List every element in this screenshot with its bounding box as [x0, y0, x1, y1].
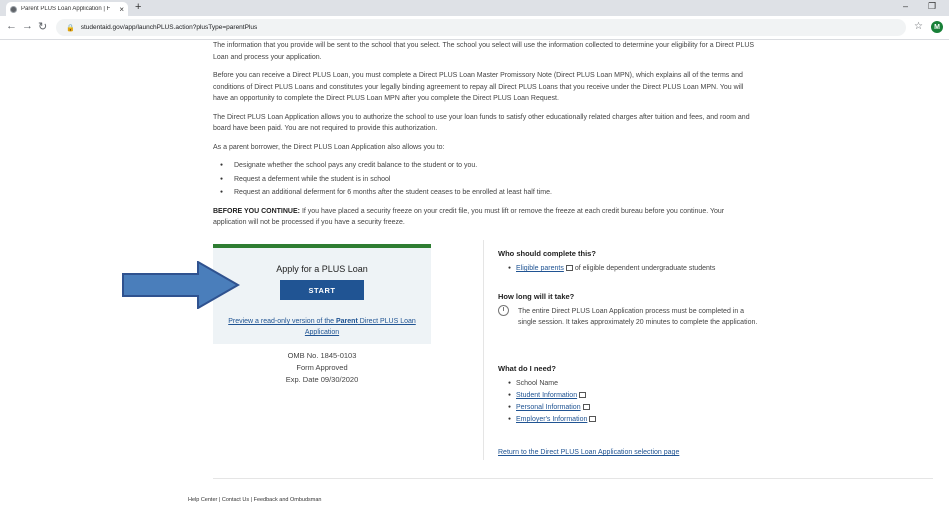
personal-information-link[interactable]: Personal Information: [516, 404, 581, 411]
preview-read-only-link[interactable]: Preview a read-only version of the Paren…: [227, 316, 417, 338]
before-continue-label: BEFORE YOU CONTINUE:: [213, 207, 300, 215]
column-divider: [483, 240, 484, 460]
intro-paragraph-4: As a parent borrower, the Direct PLUS Lo…: [213, 143, 445, 151]
list-item: Request an additional deferment for 6 mo…: [220, 187, 758, 199]
intro-paragraph-3: The Direct PLUS Loan Application allows …: [213, 113, 750, 133]
footer-separator: |: [250, 497, 253, 503]
maximize-icon[interactable]: ❐: [928, 1, 936, 12]
feedback-link[interactable]: Feedback and Ombudsman: [254, 497, 322, 503]
apply-panel: Apply for a PLUS Loan START Preview a re…: [213, 244, 431, 344]
help-center-link[interactable]: Help Center: [188, 497, 217, 503]
how-long-text: The entire Direct PLUS Loan Application …: [518, 308, 758, 326]
external-link-icon: [582, 404, 590, 411]
how-long-section: How long will it take? The entire Direct…: [498, 291, 758, 328]
intro-paragraph-1: The information that you provide will be…: [213, 42, 755, 61]
back-icon[interactable]: ←: [6, 20, 17, 32]
start-button[interactable]: START: [280, 280, 364, 300]
footer-separator: |: [218, 497, 221, 503]
list-item: Request a deferment while the student is…: [220, 174, 758, 186]
security-freeze-notice: BEFORE YOU CONTINUE: If you have placed …: [213, 206, 758, 229]
how-long-heading: How long will it take?: [498, 292, 575, 301]
what-need-heading: What do I need?: [498, 364, 556, 373]
browser-tab[interactable]: Parent PLUS Loan Application | F ×: [6, 2, 128, 16]
favicon-icon: [10, 5, 17, 13]
list-item: Student Information: [508, 390, 758, 401]
profile-avatar[interactable]: M: [931, 21, 943, 33]
employer-information-link[interactable]: Employer's Information: [516, 416, 587, 423]
who-section: Who should complete this? Eligible paren…: [498, 248, 758, 275]
footer-links: Help Center | Contact Us | Feedback and …: [188, 497, 321, 503]
tab-strip: Parent PLUS Loan Application | F × + – ❐: [0, 0, 949, 16]
list-item: Personal Information: [508, 402, 758, 413]
return-selection-link[interactable]: Return to the Direct PLUS Loan Applicati…: [498, 449, 679, 456]
url-text: studentaid.gov/app/launchPLUS.action?plu…: [80, 24, 258, 31]
expiration-date: Exp. Date 09/30/2020: [285, 375, 359, 384]
external-link-icon: [589, 416, 597, 423]
address-bar: ← → ↻ 🔒 studentaid.gov/app/launchPLUS.ac…: [0, 16, 949, 40]
bookmark-star-icon[interactable]: ☆: [914, 21, 923, 32]
contact-us-link[interactable]: Contact Us: [222, 497, 249, 503]
preview-link-bold: Parent: [336, 318, 358, 325]
who-heading: Who should complete this?: [498, 249, 596, 258]
new-tab-icon[interactable]: +: [135, 1, 141, 13]
list-item: Designate whether the school pays any cr…: [220, 160, 758, 172]
who-text: of eligible dependent undergraduate stud…: [572, 265, 716, 272]
apply-title: Apply for a PLUS Loan: [276, 264, 368, 274]
who-list: Eligible parents of eligible dependent u…: [508, 263, 758, 274]
external-link-icon: [565, 265, 573, 272]
footer-divider: [213, 478, 933, 479]
external-link-icon: [579, 392, 587, 399]
tab-title: Parent PLUS Loan Application | F: [21, 6, 111, 12]
list-item: Eligible parents of eligible dependent u…: [508, 263, 758, 274]
close-tab-icon[interactable]: ×: [119, 5, 124, 14]
list-item: School Name: [508, 378, 758, 389]
forward-icon[interactable]: →: [22, 20, 33, 32]
form-approved: Form Approved: [296, 363, 348, 372]
omb-info: OMB No. 1845-0103 Form Approved Exp. Dat…: [213, 350, 431, 386]
intro-content: The information that you provide will be…: [213, 40, 758, 236]
preview-link-text: Preview a read-only version of the: [228, 318, 336, 325]
omb-number: OMB No. 1845-0103: [287, 351, 357, 360]
intro-paragraph-2: Before you can receive a Direct PLUS Loa…: [213, 72, 744, 102]
lock-icon: 🔒: [66, 24, 75, 32]
need-list: School Name Student Information Personal…: [508, 378, 758, 425]
eligible-parents-link[interactable]: Eligible parents: [516, 265, 564, 272]
reload-icon[interactable]: ↻: [38, 20, 47, 33]
url-field[interactable]: 🔒 studentaid.gov/app/launchPLUS.action?p…: [56, 19, 906, 36]
right-arrow-icon: [122, 261, 240, 309]
return-section: Return to the Direct PLUS Loan Applicati…: [498, 447, 758, 458]
student-information-link[interactable]: Student Information: [516, 392, 577, 399]
allows-list: Designate whether the school pays any cr…: [220, 160, 758, 199]
list-item: Employer's Information: [508, 414, 758, 425]
what-need-section: What do I need? School Name Student Info…: [498, 363, 758, 426]
minimize-icon[interactable]: –: [903, 1, 908, 11]
clock-icon: [498, 305, 509, 316]
